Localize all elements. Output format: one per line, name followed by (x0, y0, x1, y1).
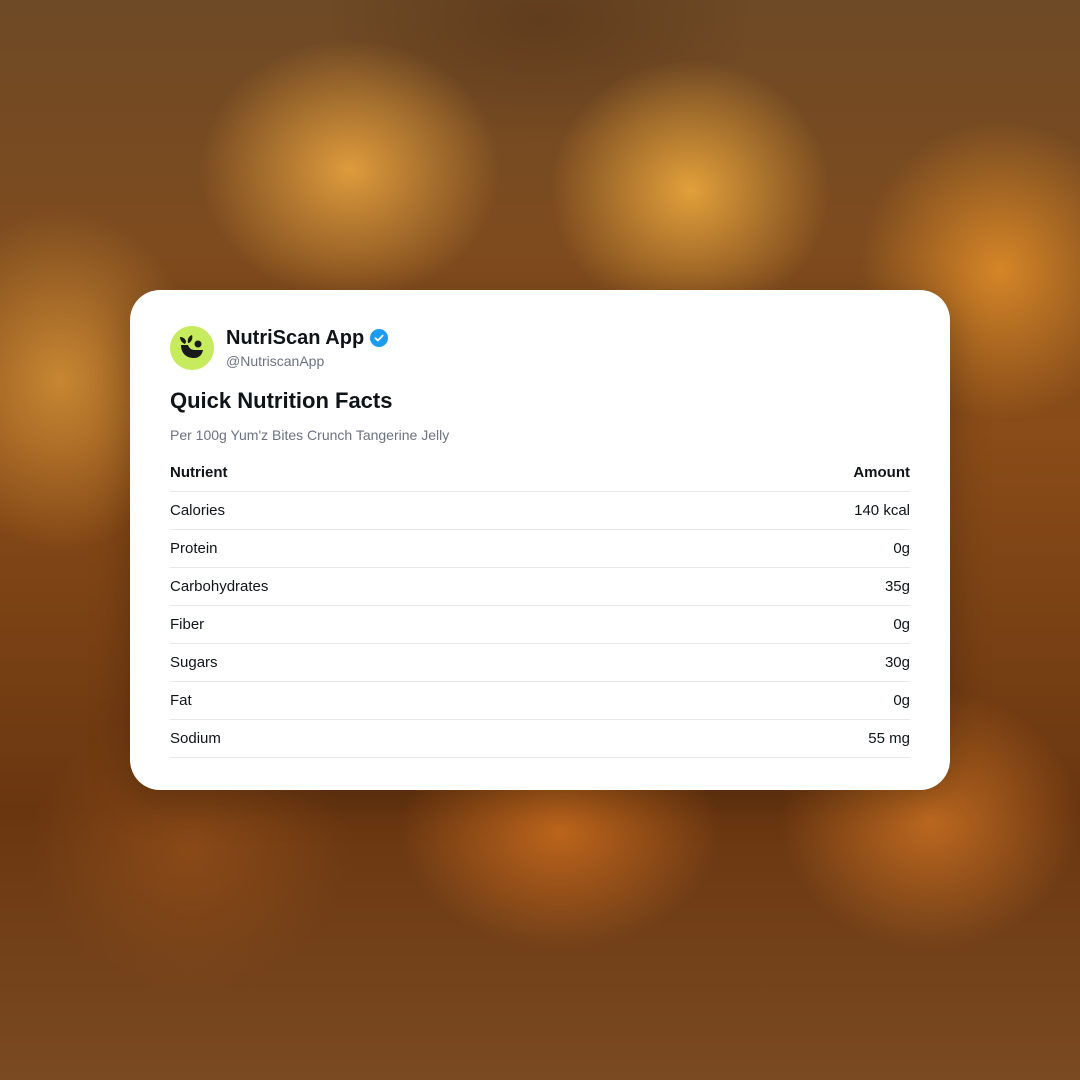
table-row: Sodium 55 mg (170, 719, 910, 758)
table-row: Fiber 0g (170, 605, 910, 644)
nutrient-name: Protein (170, 529, 640, 568)
table-row: Carbohydrates 35g (170, 567, 910, 606)
card-title: Quick Nutrition Facts (170, 388, 393, 413)
nutrient-name: Sodium (170, 719, 640, 758)
nutrient-name: Fiber (170, 605, 640, 644)
account-names: NutriScan App @NutriscanApp (226, 326, 389, 370)
table-row: Sugars 30g (170, 643, 910, 682)
account-handle[interactable]: @NutriscanApp (226, 352, 388, 370)
nutrition-card: NutriScan App @NutriscanApp Quick Nutrit… (130, 290, 950, 790)
header-amount: Amount (639, 454, 910, 492)
leaf-seedling-icon (180, 335, 203, 358)
card-subtitle: Per 100g Yum'z Bites Crunch Tangerine Je… (170, 427, 450, 443)
table-row: Calories 140 kcal (170, 491, 910, 530)
table-row: Fat 0g (170, 681, 910, 720)
nutrient-amount: 30g (639, 643, 910, 682)
nutrient-amount: 55 mg (639, 719, 910, 758)
nutrient-name: Carbohydrates (170, 567, 640, 606)
nutrient-amount: 35g (639, 567, 910, 606)
header-nutrient: Nutrient (170, 454, 640, 492)
table-row: Protein 0g (170, 529, 910, 568)
verified-badge-icon (370, 329, 389, 347)
nutrition-table: Nutrient Amount Calories 140 kcal Protei… (170, 454, 910, 758)
display-name[interactable]: NutriScan App (226, 326, 364, 350)
nutrient-amount: 140 kcal (639, 491, 910, 530)
nutrient-amount: 0g (639, 529, 910, 568)
name-row: NutriScan App (226, 326, 389, 350)
nutrient-name: Sugars (170, 643, 640, 682)
nutrient-name: Fat (170, 681, 640, 720)
avatar[interactable] (170, 326, 214, 370)
nutrient-amount: 0g (639, 681, 910, 720)
table-header-row: Nutrient Amount (170, 454, 910, 492)
account-header: NutriScan App @NutriscanApp (170, 326, 389, 370)
nutrient-amount: 0g (639, 605, 910, 644)
nutrient-name: Calories (170, 491, 640, 530)
